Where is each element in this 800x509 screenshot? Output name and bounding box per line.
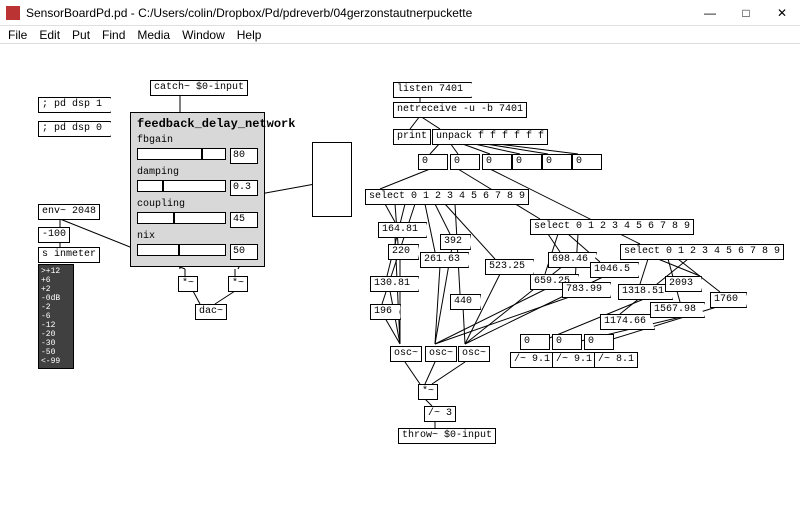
obj-sigmul-left[interactable]: *~	[178, 276, 198, 292]
vu-row: <-99	[41, 357, 71, 366]
val-damping[interactable]: 0.3	[230, 180, 258, 196]
titlebar: SensorBoardPd.pd - C:/Users/colin/Dropbo…	[0, 0, 800, 26]
menu-help[interactable]: Help	[237, 28, 262, 42]
msg-v-13081[interactable]: 130.81	[370, 276, 419, 292]
obj-div1[interactable]: /~ 9.1	[510, 352, 554, 368]
close-button[interactable]: ✕	[764, 0, 800, 26]
maximize-button[interactable]: □	[728, 0, 764, 26]
vu-row: -6	[41, 312, 71, 321]
vu-row: -12	[41, 321, 71, 330]
num-z1[interactable]: 0	[450, 154, 480, 170]
msg-dsp-off[interactable]: ; pd dsp 0	[38, 121, 111, 137]
num-lz1[interactable]: 0	[552, 334, 582, 350]
gop-row-mix: nix 50	[137, 230, 258, 260]
msg-v-440[interactable]: 440	[450, 294, 481, 310]
menu-edit[interactable]: Edit	[39, 28, 60, 42]
vu-row: +6	[41, 276, 71, 285]
num-z4[interactable]: 0	[542, 154, 572, 170]
msg-v-16481[interactable]: 164.81	[378, 222, 427, 238]
msg-v-52325[interactable]: 523.25	[485, 259, 534, 275]
obj-catch[interactable]: catch~ $0-input	[150, 80, 248, 96]
num-z5[interactable]: 0	[572, 154, 602, 170]
num-z2[interactable]: 0	[482, 154, 512, 170]
menu-window[interactable]: Window	[182, 28, 225, 42]
vu-row: >+12	[41, 267, 71, 276]
val-coupling[interactable]: 45	[230, 212, 258, 228]
obj-netreceive[interactable]: netreceive -u -b 7401	[393, 102, 527, 118]
num-lz0[interactable]: 0	[520, 334, 550, 350]
obj-div-by-3[interactable]: /~ 3	[424, 406, 456, 422]
msg-v-156798[interactable]: 1567.98	[650, 302, 705, 318]
gop-fdn[interactable]: feedback_delay_network fbgain 80 damping…	[130, 112, 265, 267]
num-z0[interactable]: 0	[418, 154, 448, 170]
msg-v-26163[interactable]: 261.63	[420, 252, 469, 268]
obj-print[interactable]: print	[393, 129, 431, 145]
slider-coupling[interactable]	[137, 212, 226, 224]
gop-row-coupling: coupling 45	[137, 198, 258, 228]
gop-label: coupling	[137, 198, 258, 212]
num-lz2[interactable]: 0	[584, 334, 614, 350]
num-z3[interactable]: 0	[512, 154, 542, 170]
obj-osc2[interactable]: osc~	[425, 346, 457, 362]
menu-find[interactable]: Find	[102, 28, 125, 42]
num-minus100[interactable]: -100	[38, 227, 70, 243]
slider-fbgain[interactable]	[137, 148, 226, 160]
menu-put[interactable]: Put	[72, 28, 90, 42]
vu-row: -30	[41, 339, 71, 348]
obj-select2[interactable]: select 0 1 2 3 4 5 6 7 8 9	[530, 219, 694, 235]
gop-label: nix	[137, 230, 258, 244]
vu-row: -0dB	[41, 294, 71, 303]
msg-v-196[interactable]: 196	[370, 304, 401, 320]
obj-div2[interactable]: /~ 9.1	[552, 352, 596, 368]
obj-select1[interactable]: select 0 1 2 3 4 5 6 7 8 9	[365, 189, 529, 205]
menu-media[interactable]: Media	[137, 28, 170, 42]
obj-s-inmeter[interactable]: s inmeter	[38, 247, 100, 263]
window-controls: — □ ✕	[692, 0, 800, 25]
msg-v-131851[interactable]: 1318.51	[618, 284, 673, 300]
msg-v-78399[interactable]: 783.99	[562, 282, 611, 298]
slider-damping[interactable]	[137, 180, 226, 192]
gop-label: fbgain	[137, 134, 258, 148]
obj-throw[interactable]: throw~ $0-input	[398, 428, 496, 444]
menubar: File Edit Put Find Media Window Help	[0, 26, 800, 44]
minimize-button[interactable]: —	[692, 0, 728, 26]
gop-row-damping: damping 0.3	[137, 166, 258, 196]
vu-row: +2	[41, 285, 71, 294]
obj-dac[interactable]: dac~	[195, 304, 227, 320]
obj-sigmul-right[interactable]: *~	[228, 276, 248, 292]
gop-row-fbgain: fbgain 80	[137, 134, 258, 164]
vu-row: -2	[41, 303, 71, 312]
msg-listen[interactable]: listen 7401	[393, 82, 472, 98]
pd-canvas[interactable]: ; pd dsp 1 ; pd dsp 0 env~ 2048 -100 s i…	[0, 44, 800, 509]
obj-div3[interactable]: /~ 8.1	[594, 352, 638, 368]
obj-select3[interactable]: select 0 1 2 3 4 5 6 7 8 9	[620, 244, 784, 260]
msg-v-117466[interactable]: 1174.66	[600, 314, 655, 330]
msg-dsp-on[interactable]: ; pd dsp 1	[38, 97, 111, 113]
msg-v-69846[interactable]: 698.46	[548, 252, 597, 268]
gop-label: damping	[137, 166, 258, 180]
vu-row: -20	[41, 330, 71, 339]
window-title: SensorBoardPd.pd - C:/Users/colin/Dropbo…	[26, 6, 692, 20]
obj-sigmul-sum[interactable]: *~	[418, 384, 438, 400]
msg-v-392[interactable]: 392	[440, 234, 471, 250]
val-fbgain[interactable]: 80	[230, 148, 258, 164]
msg-v-2093[interactable]: 2093	[665, 276, 702, 292]
pd-app-icon	[6, 6, 20, 20]
msg-v-1760[interactable]: 1760	[710, 292, 747, 308]
output-gop[interactable]	[312, 142, 352, 217]
gop-title: feedback_delay_network	[137, 117, 258, 131]
menu-file[interactable]: File	[8, 28, 27, 42]
obj-osc3[interactable]: osc~	[458, 346, 490, 362]
msg-v-220[interactable]: 220	[388, 244, 419, 260]
obj-env[interactable]: env~ 2048	[38, 204, 100, 220]
msg-v-10465[interactable]: 1046.5	[590, 262, 639, 278]
vu-row: -50	[41, 348, 71, 357]
vu-meter: >+12 +6 +2 -0dB -2 -6 -12 -20 -30 -50 <-…	[38, 264, 74, 369]
slider-mix[interactable]	[137, 244, 226, 256]
val-mix[interactable]: 50	[230, 244, 258, 260]
obj-unpack[interactable]: unpack f f f f f f	[432, 129, 548, 145]
obj-osc1[interactable]: osc~	[390, 346, 422, 362]
